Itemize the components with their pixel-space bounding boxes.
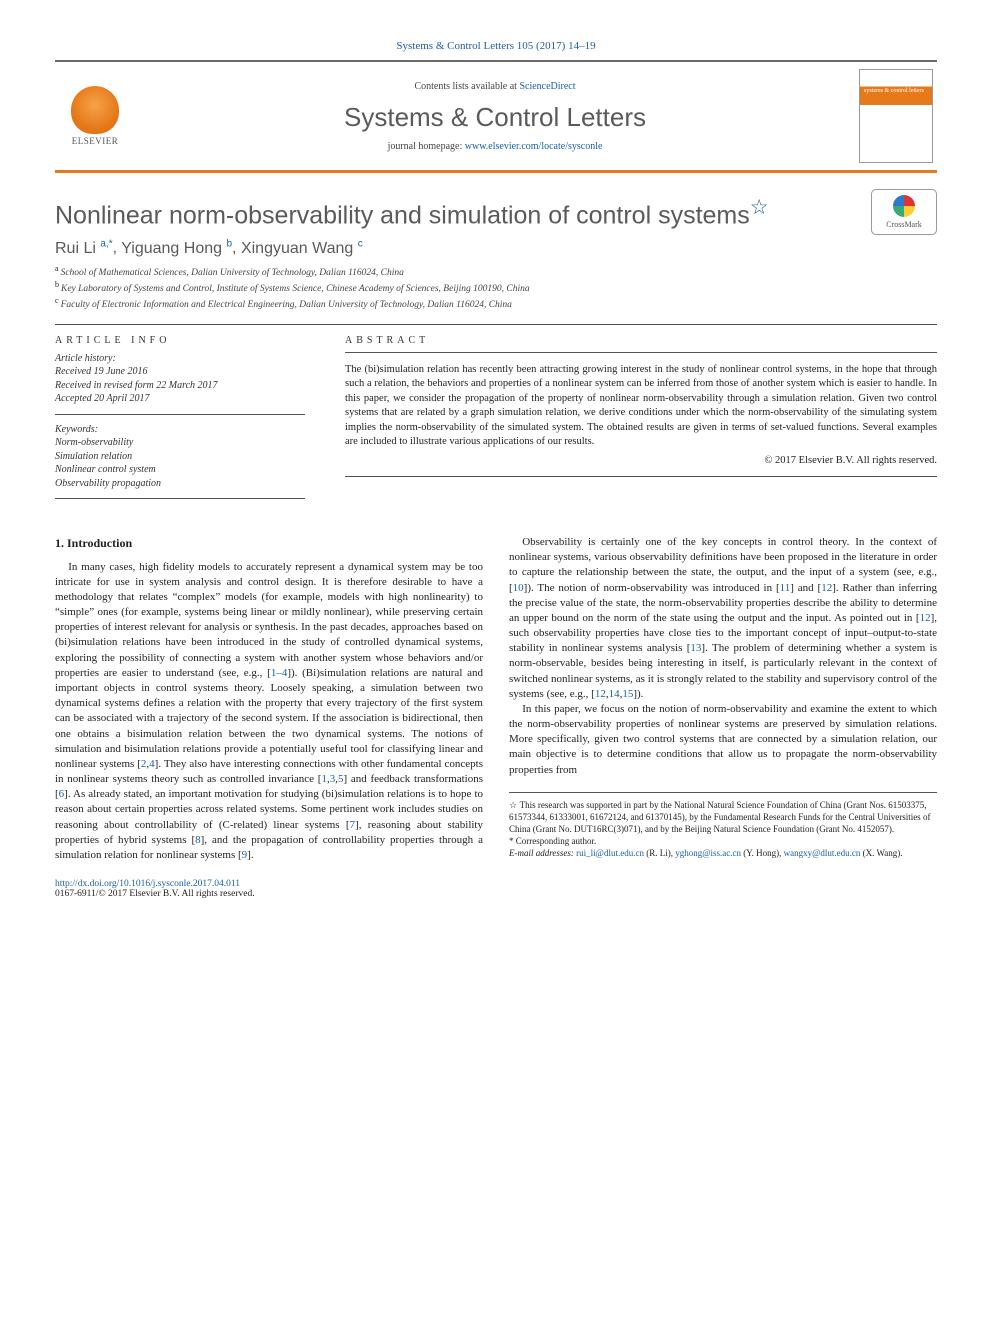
title-footnote-star: ☆ <box>750 196 769 219</box>
corresponding-author-footnote: * Corresponding author. <box>509 835 937 847</box>
issn-copyright: 0167-6911/© 2017 Elsevier B.V. All right… <box>55 889 937 899</box>
journal-header-band: ELSEVIER Contents lists available at Sci… <box>55 60 937 173</box>
homepage-pre: journal homepage: <box>388 141 465 152</box>
article-title-text: Nonlinear norm-observability and simulat… <box>55 201 750 229</box>
keyword-3: Nonlinear control system <box>55 463 305 477</box>
divider <box>345 476 937 477</box>
keyword-2: Simulation relation <box>55 450 305 464</box>
contents-available-line: Contents lists available at ScienceDirec… <box>131 81 859 92</box>
abstract-text: The (bi)simulation relation has recently… <box>345 363 937 450</box>
journal-homepage-line: journal homepage: www.elsevier.com/locat… <box>131 141 859 152</box>
crossmark-label: CrossMark <box>886 220 922 229</box>
article-title: Nonlinear norm-observability and simulat… <box>55 195 937 230</box>
section-1-heading: 1. Introduction <box>55 535 483 552</box>
crossmark-badge[interactable]: CrossMark <box>871 189 937 235</box>
journal-title: Systems & Control Letters <box>131 102 859 133</box>
body-paragraph: Observability is certainly one of the ke… <box>509 535 937 702</box>
sciencedirect-link[interactable]: ScienceDirect <box>519 81 575 92</box>
funding-footnote: ☆ This research was supported in part by… <box>509 799 937 835</box>
ref-link[interactable]: 12 <box>920 612 931 624</box>
affiliations: aSchool of Mathematical Sciences, Dalian… <box>55 264 937 312</box>
ref-link[interactable]: 1–4 <box>271 667 288 679</box>
history-label: Article history: <box>55 352 305 366</box>
ref-link[interactable]: 12 <box>595 688 606 700</box>
contents-pre: Contents lists available at <box>414 81 519 92</box>
ref-link[interactable]: 3 <box>330 773 336 785</box>
keywords-label: Keywords: <box>55 423 305 437</box>
email-link[interactable]: wangxy@dlut.edu.cn <box>784 848 861 858</box>
history-accepted: Accepted 20 April 2017 <box>55 392 305 406</box>
crossmark-icon <box>893 195 915 217</box>
keyword-4: Observability propagation <box>55 477 305 491</box>
journal-cover-thumbnail: systems & control letters <box>859 69 933 163</box>
footnotes: ☆ This research was supported in part by… <box>509 792 937 860</box>
ref-link[interactable]: 2 <box>141 758 147 770</box>
ref-link[interactable]: 1 <box>321 773 327 785</box>
divider <box>55 324 937 325</box>
journal-reference: Systems & Control Letters 105 (2017) 14–… <box>55 40 937 52</box>
ref-link[interactable]: 13 <box>690 642 701 654</box>
ref-link[interactable]: 10 <box>513 582 524 594</box>
keywords-block: Keywords: Norm-observability Simulation … <box>55 423 305 500</box>
author-3: Xingyuan Wang c <box>241 240 363 257</box>
author-1: Rui Li a,* <box>55 240 113 257</box>
authors-line: Rui Li a,*, Yiguang Hong b, Xingyuan Wan… <box>55 238 937 257</box>
history-received: Received 19 June 2016 <box>55 365 305 379</box>
email-link[interactable]: rui_li@dlut.edu.cn <box>576 848 644 858</box>
cover-title-text: systems & control letters <box>864 88 924 95</box>
ref-link[interactable]: 14 <box>609 688 620 700</box>
publisher-logo: ELSEVIER <box>59 86 131 146</box>
article-info-label: ARTICLE INFO <box>55 335 305 346</box>
body-paragraph: In many cases, high fidelity models to a… <box>55 560 483 863</box>
affiliation-b: Key Laboratory of Systems and Control, I… <box>61 284 530 294</box>
author-2: Yiguang Hong b <box>121 240 232 257</box>
abstract-copyright: © 2017 Elsevier B.V. All rights reserved… <box>345 455 937 466</box>
affiliation-c: Faculty of Electronic Information and El… <box>61 300 512 310</box>
ref-link[interactable]: 12 <box>821 582 832 594</box>
email-footnote: E-mail addresses: rui_li@dlut.edu.cn (R.… <box>509 847 937 859</box>
history-revised: Received in revised form 22 March 2017 <box>55 379 305 393</box>
body-paragraph: In this paper, we focus on the notion of… <box>509 702 937 778</box>
ref-link[interactable]: 11 <box>780 582 791 594</box>
abstract-label: ABSTRACT <box>345 335 937 346</box>
keyword-1: Norm-observability <box>55 436 305 450</box>
article-history: Article history: Received 19 June 2016 R… <box>55 352 305 415</box>
divider <box>345 352 937 353</box>
affiliation-a: School of Mathematical Sciences, Dalian … <box>61 268 404 278</box>
ref-link[interactable]: 15 <box>622 688 633 700</box>
article-body: 1. Introduction In many cases, high fide… <box>55 535 937 863</box>
email-link[interactable]: yghong@iss.ac.cn <box>675 848 741 858</box>
doi-link[interactable]: http://dx.doi.org/10.1016/j.sysconle.201… <box>55 879 937 889</box>
homepage-link[interactable]: www.elsevier.com/locate/sysconle <box>465 141 603 152</box>
publisher-name: ELSEVIER <box>72 136 119 146</box>
elsevier-tree-icon <box>71 86 119 134</box>
